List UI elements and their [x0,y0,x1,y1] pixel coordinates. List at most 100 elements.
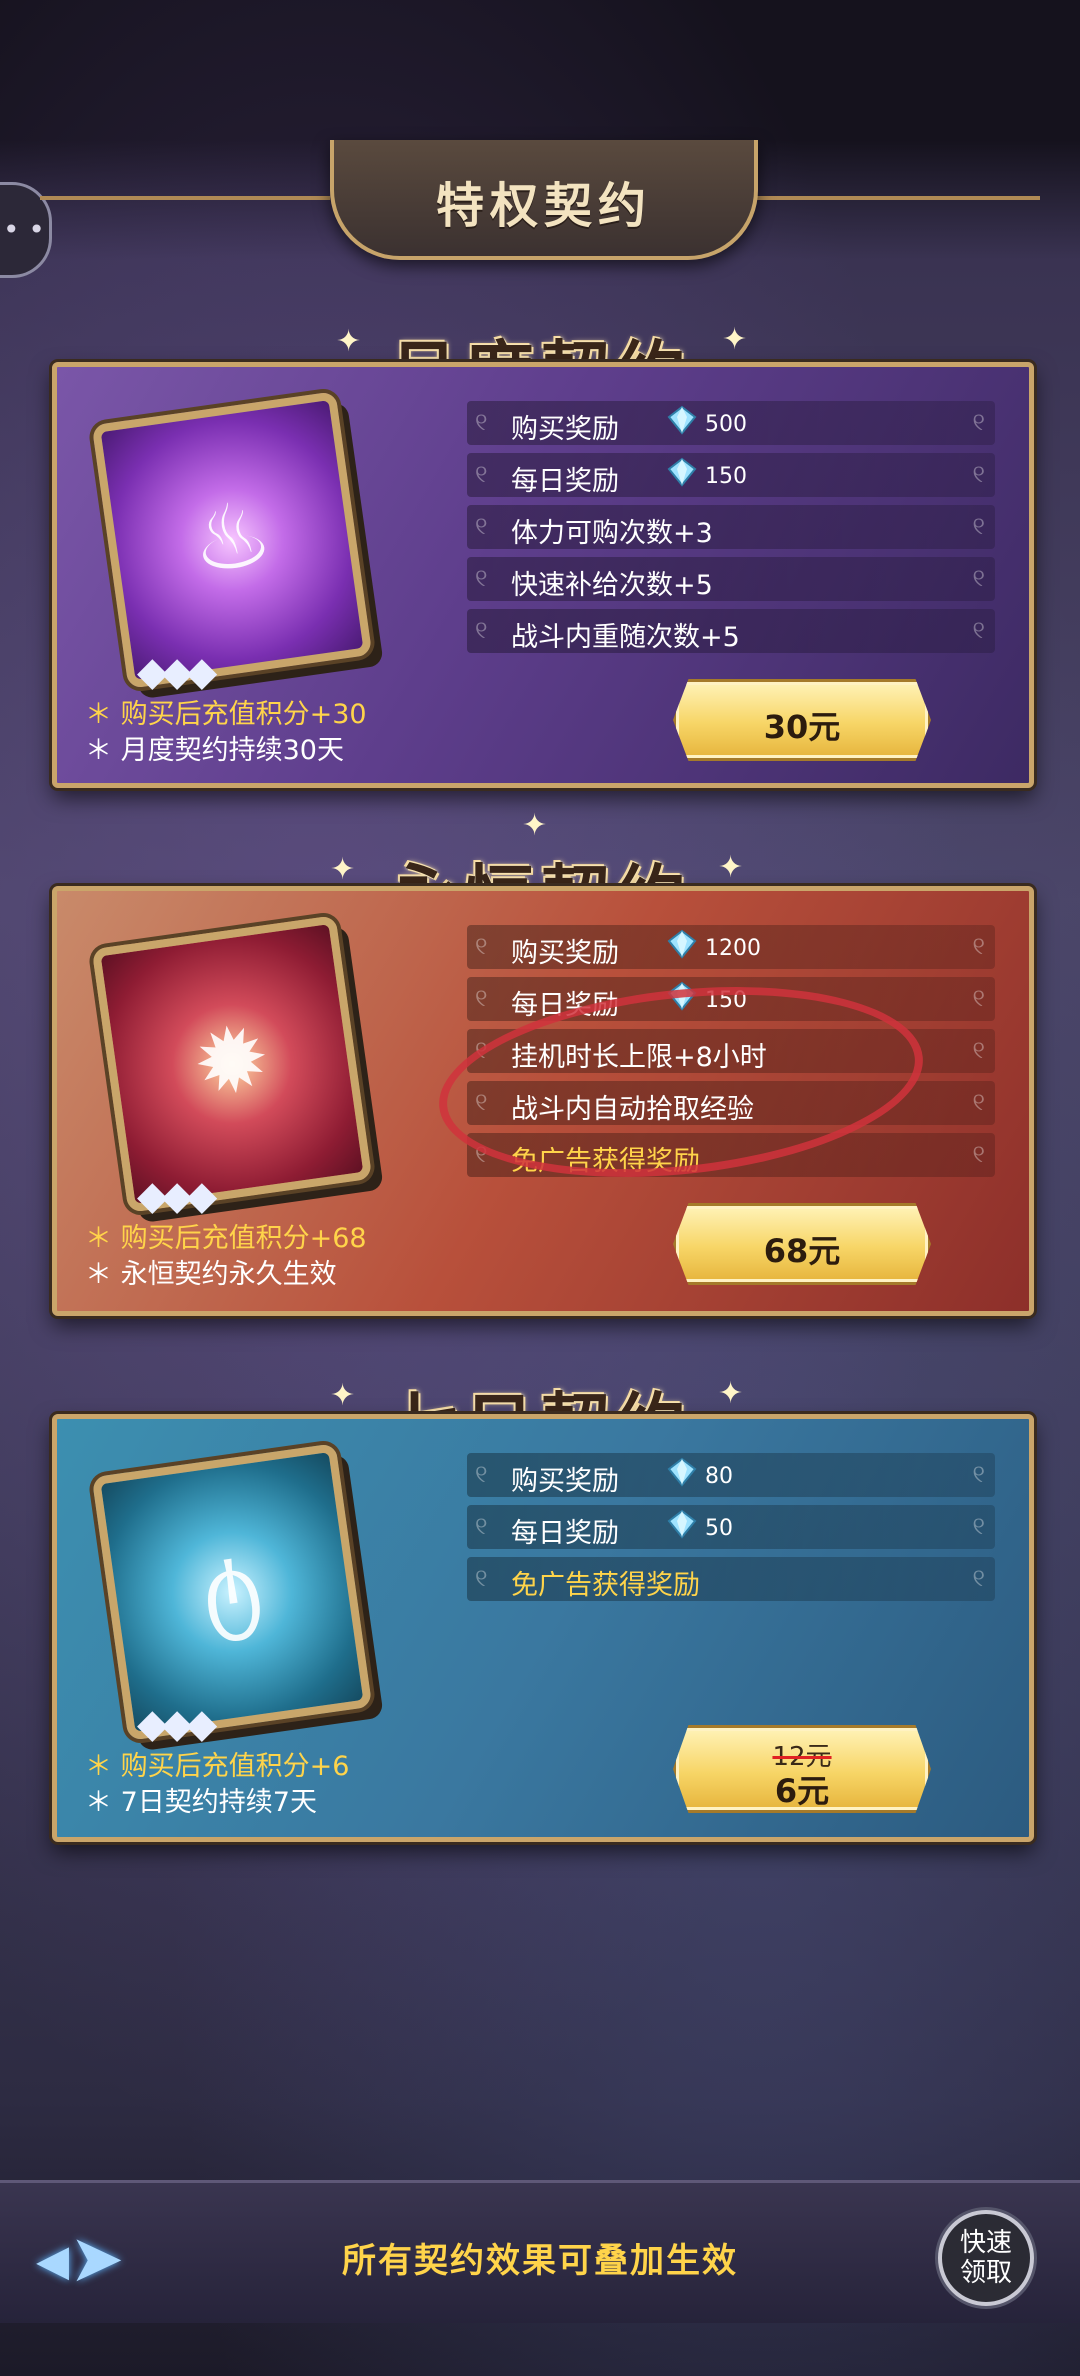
back-arrow-icon: ◂➤ [36,2220,125,2297]
sparkle-icon: ✦ [336,324,362,359]
diamond-icon [667,405,697,435]
benefit-amount: 80 [705,1464,733,1489]
swirl-ornament-icon: ୧ [972,460,985,488]
duration-note: ＊ 月度契约持续30天 [85,735,344,766]
swirl-ornament-icon: ୧ [475,564,488,592]
swirl-ornament-icon: ୧ [972,1036,985,1064]
swirl-ornament-icon: ୧ [972,932,985,960]
sparkle-icon: ✦ [330,852,356,887]
benefit-row: ୧ 购买奖励 500 ୧ [467,401,995,445]
swirl-ornament-icon: ୧ [972,1088,985,1116]
weekly-benefits-list: ୧ 购买奖励 80 ୧ ୧ 每日奖励 50 ୧ ୧ 免广告获得奖励 ୧ [467,1453,995,1609]
benefit-amount: 1200 [705,936,761,961]
sparkle-icon: ✦ [330,1378,356,1413]
benefit-amount: 500 [705,412,747,437]
swirl-ornament-icon: ୧ [475,512,488,540]
swirl-ornament-icon: ୧ [475,984,488,1012]
sparkle-icon: ✦ [722,322,748,357]
benefit-label: 购买奖励 [511,1466,619,1497]
weekly-notes: ＊ 购买后充值积分+6 ＊ 7日契约持续7天 [85,1749,349,1821]
diamond-icon [667,929,697,959]
duration-note: ＊ 7日契约持续7天 [85,1787,317,1818]
recharge-points-note: ＊ 购买后充值积分+30 [85,699,367,730]
benefit-label: 体力可购次数+3 [511,518,713,549]
note-text: 购买后充值积分+6 [120,1751,350,1782]
diamond-pile-icon: ◆◆◆ [137,649,217,695]
recharge-points-note: ＊ 购买后充值积分+68 [85,1223,367,1254]
swirl-ornament-icon: ୧ [475,1564,488,1592]
sun-emblem-icon: ✹ [186,1004,277,1119]
diamond-icon [667,1457,697,1487]
discount-price-label: 6元 [774,1772,830,1810]
note-text: 7日契约持续7天 [120,1787,317,1818]
benefit-label: 免广告获得奖励 [511,1570,700,1601]
back-button[interactable]: ◂➤ [36,2220,166,2297]
diamond-pile-icon: ◆◆◆ [137,1173,217,1219]
swirl-ornament-icon: ୧ [972,1512,985,1540]
weekly-contract-card: ტ ◆◆◆ ୧ 购买奖励 80 ୧ ୧ 每日奖励 50 ୧ ୧ 免广告获得奖励 … [52,1414,1034,1842]
swirl-ornament-icon: ୧ [475,932,488,960]
ghost-icon: • • [3,213,45,246]
note-text: 购买后充值积分+30 [120,699,367,730]
duration-note: ＊ 永恒契约永久生效 [85,1259,337,1290]
sparkle-icon: ✦ [718,850,744,885]
title-divider-left [40,196,330,200]
note-text: 月度契约持续30天 [120,735,344,766]
swirl-ornament-icon: ୧ [972,512,985,540]
swirl-ornament-icon: ୧ [972,1460,985,1488]
benefit-label: 购买奖励 [511,414,619,445]
swirl-ornament-icon: ୧ [475,616,488,644]
benefit-row: ୧ 免广告获得奖励 ୧ [467,1557,995,1601]
benefit-row: ୧ 购买奖励 80 ୧ [467,1453,995,1497]
benefit-row: ୧ 每日奖励 50 ୧ [467,1505,995,1549]
swirl-ornament-icon: ୧ [972,984,985,1012]
title-divider-right [750,196,1040,200]
quick-claim-button[interactable]: 快速 领取 [938,2210,1034,2306]
price-label: 68元 [763,1232,841,1270]
quick-claim-label-1: 快速 [959,2228,1012,2258]
sparkle-icon: ✦ [522,808,548,843]
eternal-buy-button[interactable]: 68元 [673,1203,931,1285]
swirl-ornament-icon: ୧ [972,564,985,592]
swirl-ornament-icon: ୧ [475,460,488,488]
price-label: 30元 [763,708,841,746]
benefit-amount: 50 [705,1516,733,1541]
monthly-contract-book-icon: ♨ [91,391,373,689]
monthly-contract-card: ♨ ◆◆◆ ୧ 购买奖励 500 ୧ ୧ 每日奖励 150 ୧ ୧ 体力可购次数… [52,362,1034,788]
swirl-ornament-icon: ୧ [972,1564,985,1592]
benefit-row: ୧ 购买奖励 1200 ୧ [467,925,995,969]
monthly-notes: ＊ 购买后充值积分+30 ＊ 月度契约持续30天 [85,697,367,769]
swirl-ornament-icon: ୧ [475,1460,488,1488]
diamond-pile-icon: ◆◆◆ [137,1701,217,1747]
flame-emblem-icon: ♨ [184,479,279,596]
weekly-buy-button[interactable]: 12元 6元 [673,1725,931,1813]
sparkle-icon: ✦ [718,1376,744,1411]
benefit-label: 每日奖励 [511,1518,619,1549]
benefit-amount: 150 [705,464,747,489]
benefit-row: ୧ 每日奖励 150 ୧ [467,453,995,497]
quick-claim-label-2: 领取 [959,2258,1012,2288]
benefit-row: ୧ 体力可购次数+3 ୧ [467,505,995,549]
benefit-label: 战斗内重随次数+5 [511,622,740,653]
swirl-ornament-icon: ୧ [972,408,985,436]
diamond-icon [667,457,697,487]
page-title: 特权契约 [435,178,652,234]
benefit-row: ୧ 战斗内重随次数+5 ୧ [467,609,995,653]
eternal-notes: ＊ 购买后充值积分+68 ＊ 永恒契约永久生效 [85,1221,367,1293]
game-background: • • 特权契约 月度契约 ✦ ✦ ♨ ◆◆◆ ୧ 购买奖励 500 ୧ ୧ 每… [0,0,1080,2376]
monthly-buy-button[interactable]: 30元 [673,679,931,761]
title-plate: 特权契约 [330,140,758,260]
benefit-label: 购买奖励 [511,938,619,969]
blue-flame-emblem-icon: ტ [195,1533,269,1646]
monthly-benefits-list: ୧ 购买奖励 500 ୧ ୧ 每日奖励 150 ୧ ୧ 体力可购次数+3 ୧ ୧… [467,401,995,661]
benefit-label: 每日奖励 [511,466,619,497]
eternal-contract-book-icon: ✹ [91,915,373,1213]
weekly-contract-book-icon: ტ [91,1443,373,1741]
swirl-ornament-icon: ୧ [972,1140,985,1168]
diamond-icon [667,1509,697,1539]
swirl-ornament-icon: ୧ [475,408,488,436]
recharge-points-note: ＊ 购买后充值积分+6 [85,1751,350,1782]
note-text: 永恒契约永久生效 [120,1259,337,1290]
benefit-label: 快速补给次数+5 [511,570,713,601]
swirl-ornament-icon: ୧ [475,1512,488,1540]
